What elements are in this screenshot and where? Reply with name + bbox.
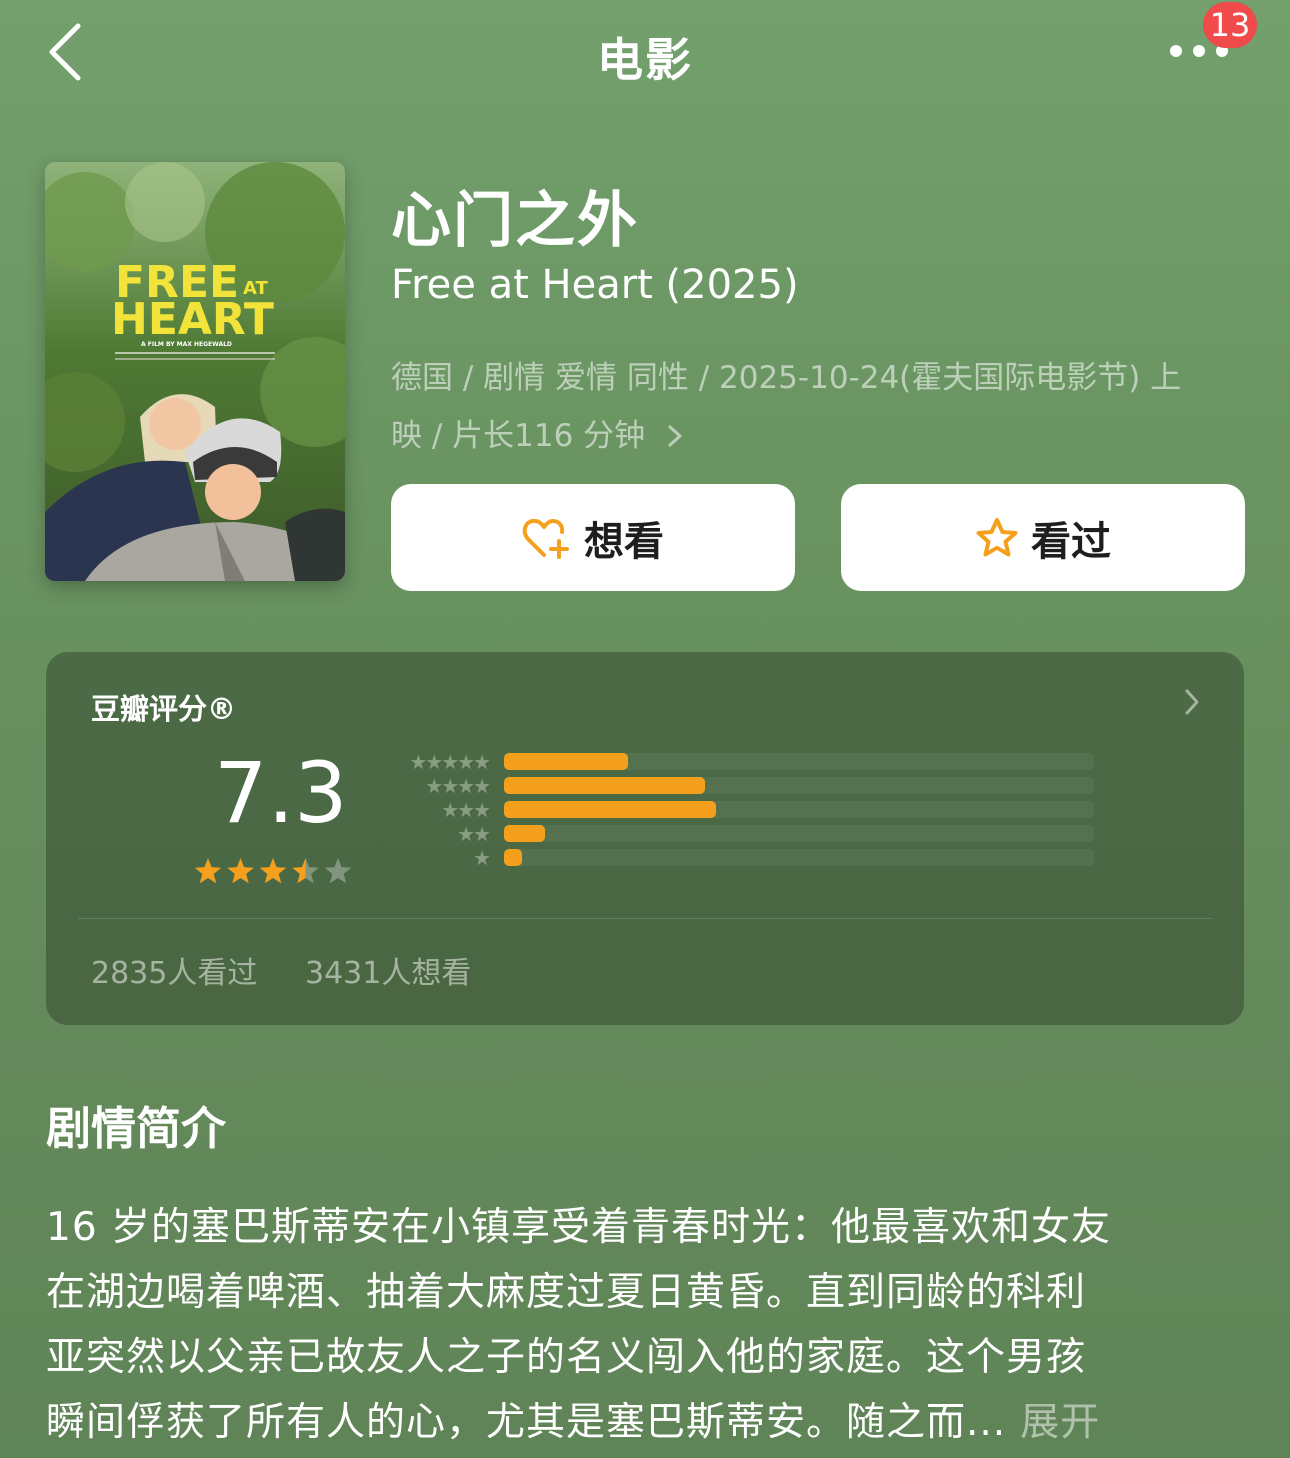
watched-label: 看过 <box>1031 518 1111 565</box>
rating-star <box>292 858 319 884</box>
rating-star <box>259 858 287 884</box>
distribution-bar-track <box>504 849 1094 866</box>
notification-badge: 13 <box>1203 2 1257 48</box>
rating-card[interactable]: 豆瓣评分® 7.3 ★★★★★ ★★★★ ★★★ ★★ ★ 2835人看过 3431人想… <box>46 652 1244 1025</box>
distribution-bar-track <box>504 825 1094 842</box>
distribution-bar <box>504 825 546 842</box>
star-level-label: ★★ <box>457 822 491 846</box>
synopsis-line-last: 瞬间俘获了所有人的心，尤其是塞巴斯蒂安。随之而... 展开 <box>46 1391 1100 1447</box>
watched-button[interactable]: 看过 <box>841 484 1245 591</box>
expand-link[interactable]: 展开 <box>1020 1400 1100 1445</box>
rating-star <box>227 858 254 884</box>
rating-star <box>324 858 352 884</box>
poster-credit: A FILM BY MAX HEGEWALD <box>141 341 232 348</box>
movie-meta-line2-text: 映 / 片长116 分钟 <box>391 418 646 454</box>
star-level-label: ★ <box>473 846 491 870</box>
rating-score: 7.3 <box>214 744 348 842</box>
movie-meta-line1[interactable]: 德国 / 剧情 爱情 同性 / 2025-10-24(霍夫国际电影节) 上 <box>391 352 1181 397</box>
distribution-bar <box>504 849 522 866</box>
movie-meta-line2[interactable]: 映 / 片长116 分钟 <box>391 410 683 455</box>
chevron-right-icon[interactable] <box>1184 688 1200 716</box>
divider <box>78 918 1212 919</box>
rating-source-label: 豆瓣评分® <box>91 692 237 726</box>
star-outline-icon <box>976 517 1018 556</box>
star-level-label: ★★★ <box>441 798 491 822</box>
synopsis-heading: 剧情简介 <box>46 1102 227 1155</box>
distribution-bar-track <box>504 801 1094 818</box>
rating-stars <box>194 858 352 884</box>
synopsis-line: 瞬间俘获了所有人的心，尤其是塞巴斯蒂安。随之而... <box>46 1400 1007 1445</box>
want-count[interactable]: 3431人想看 <box>305 948 471 992</box>
distribution-bar <box>504 801 717 818</box>
star-level-label: ★★★★★ <box>409 750 491 774</box>
poster-title-heart: HEART <box>111 294 274 345</box>
movie-title-en: Free at Heart (2025) <box>391 262 799 308</box>
heart-plus-icon <box>522 518 569 559</box>
distribution-bar-track <box>504 777 1094 794</box>
movie-title-cn: 心门之外 <box>391 186 639 256</box>
want-to-watch-button[interactable]: 想看 <box>391 484 795 591</box>
watched-count[interactable]: 2835人看过 <box>91 948 257 992</box>
rating-star <box>194 858 222 884</box>
distribution-bar-track <box>504 753 1094 770</box>
distribution-bar <box>504 777 705 794</box>
synopsis-line: 亚突然以父亲已故友人之子的名义闯入他的家庭。这个男孩 <box>46 1335 1087 1380</box>
chevron-right-icon <box>668 425 682 447</box>
distribution-bar <box>504 753 628 770</box>
synopsis-line: 16 岁的塞巴斯蒂安在小镇享受着青春时光：他最喜欢和女友 <box>46 1205 1112 1250</box>
movie-poster[interactable]: FREE AT HEART A FILM BY MAX HEGEWALD <box>45 162 345 581</box>
synopsis-line: 在湖边喝着啤酒、抽着大麻度过夏日黄昏。直到同龄的科利 <box>46 1270 1087 1315</box>
want-to-watch-label: 想看 <box>584 518 664 565</box>
page-title: 电影 <box>597 33 693 87</box>
star-level-label: ★★★★ <box>425 774 491 798</box>
